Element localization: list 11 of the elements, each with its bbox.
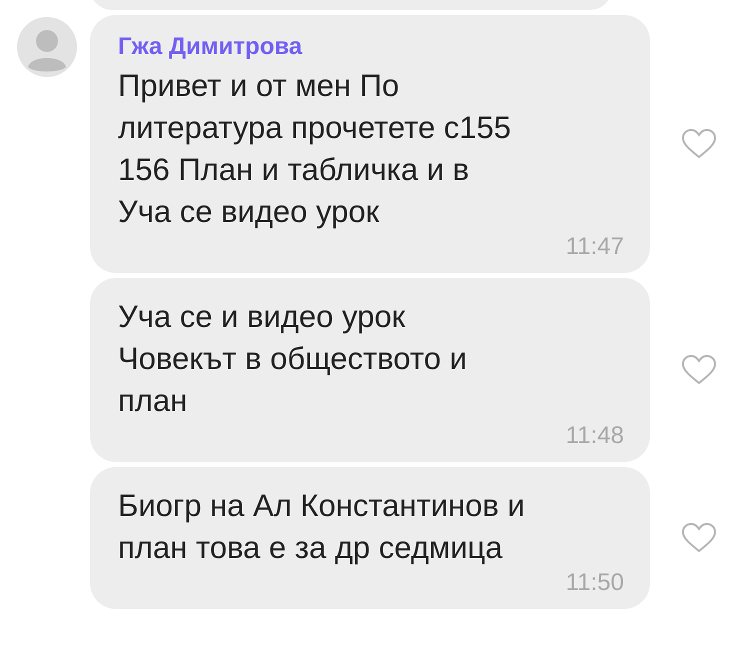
message-time: 11:47 xyxy=(566,233,624,261)
sender-name: Гжа Димитрова xyxy=(118,33,304,61)
avatar-icon[interactable] xyxy=(17,17,77,77)
heart-icon[interactable] xyxy=(680,354,716,386)
message-text: Привет и от мен По литература прочетете с155 156 План и табличка и в Уча се видео урок xyxy=(118,67,512,231)
message-text: Уча се и видео урок Човекът в обществото и план xyxy=(118,298,468,420)
message-text: Биогр на Ал Константинов и план това е за др седмица xyxy=(118,487,526,567)
heart-icon[interactable] xyxy=(680,128,716,160)
message-time: 11:48 xyxy=(566,422,624,450)
message-time: 11:50 xyxy=(566,569,624,597)
heart-icon[interactable] xyxy=(680,522,716,554)
